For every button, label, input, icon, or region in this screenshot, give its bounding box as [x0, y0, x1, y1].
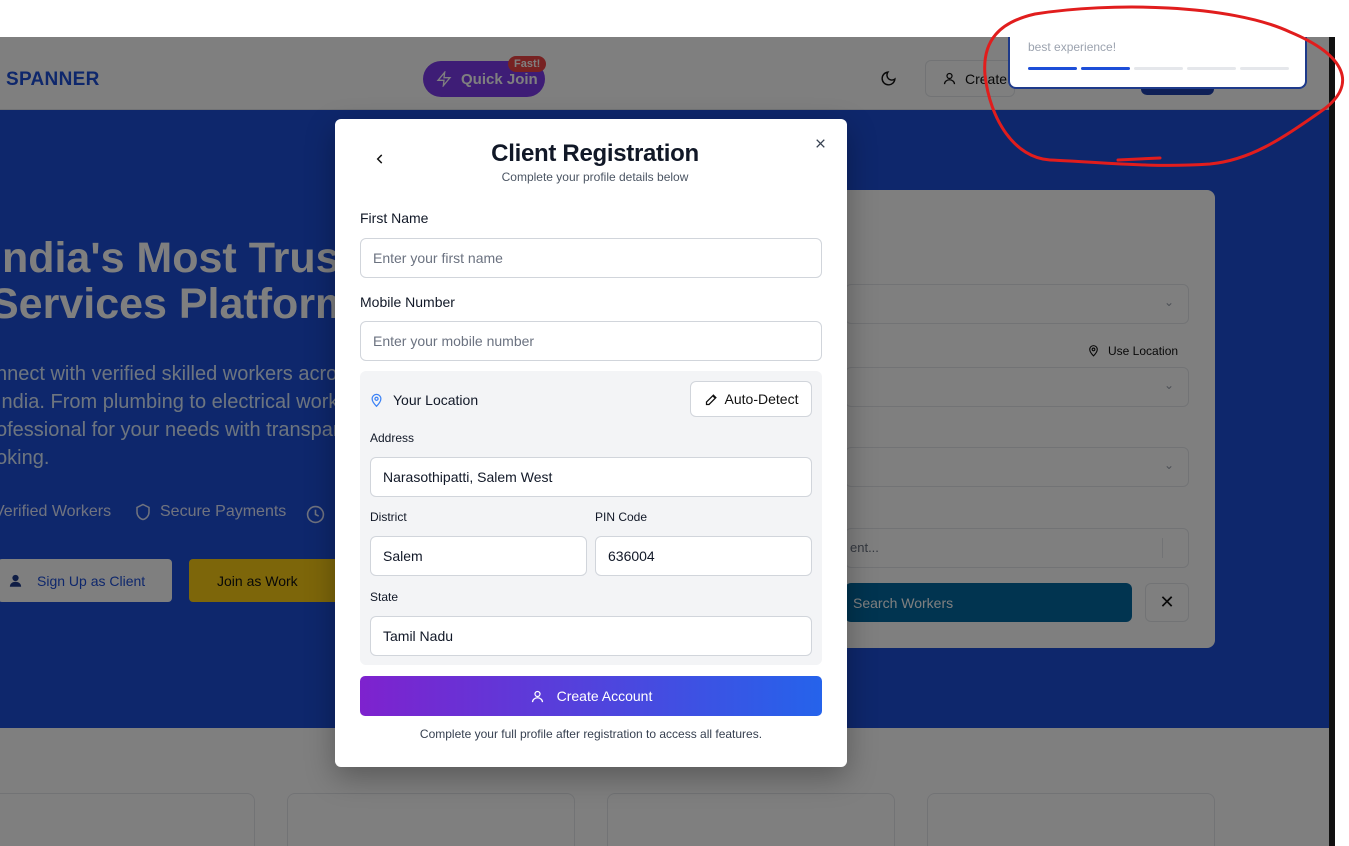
address-input[interactable]: Narasothipatti, Salem West — [370, 457, 812, 497]
progress-segment — [1240, 67, 1289, 70]
modal-subtitle: Complete your profile details below — [501, 170, 689, 184]
state-input[interactable]: Tamil Nadu — [370, 616, 812, 656]
create-account-label: Create Account — [556, 688, 653, 704]
first-name-label: First Name — [360, 210, 429, 226]
progress-segment — [1134, 67, 1183, 70]
registration-modal: Client Registration Complete your profil… — [335, 119, 847, 767]
auto-detect-button[interactable]: Auto-Detect — [690, 381, 812, 417]
toast-progress — [1028, 67, 1289, 70]
pin-code-value: 636004 — [608, 548, 655, 564]
modal-title: Client Registration — [491, 140, 699, 167]
toast-text: best experience! — [1028, 40, 1117, 54]
first-name-input[interactable]: Enter your first name — [360, 238, 822, 278]
create-account-button[interactable]: Create Account — [360, 676, 822, 716]
map-pin-icon — [371, 393, 382, 408]
location-title: Your Location — [369, 392, 478, 408]
auto-detect-label: Auto-Detect — [724, 391, 799, 407]
location-title-label: Your Location — [393, 392, 479, 408]
address-value: Narasothipatti, Salem West — [383, 469, 553, 485]
progress-segment — [1028, 67, 1077, 70]
footer-note: Complete your full profile after registr… — [419, 727, 763, 741]
mobile-number-input[interactable]: Enter your mobile number — [360, 321, 822, 361]
progress-segment — [1081, 67, 1130, 70]
progress-segment — [1187, 67, 1236, 70]
district-input[interactable]: Salem — [370, 536, 587, 576]
pencil-icon — [705, 393, 717, 405]
pin-code-input[interactable]: 636004 — [595, 536, 812, 576]
user-icon — [531, 690, 543, 702]
window-edge — [1329, 37, 1335, 846]
mobile-number-label: Mobile Number — [360, 294, 455, 310]
address-label: Address — [370, 431, 415, 445]
state-value: Tamil Nadu — [383, 628, 454, 644]
mobile-number-placeholder: Enter your mobile number — [373, 333, 535, 349]
state-label: State — [370, 590, 399, 604]
first-name-placeholder: Enter your first name — [373, 250, 503, 266]
district-value: Salem — [383, 548, 423, 564]
pin-code-label: PIN Code — [595, 510, 648, 524]
district-label: District — [370, 510, 407, 524]
toast-notification: best experience! — [1008, 37, 1307, 89]
